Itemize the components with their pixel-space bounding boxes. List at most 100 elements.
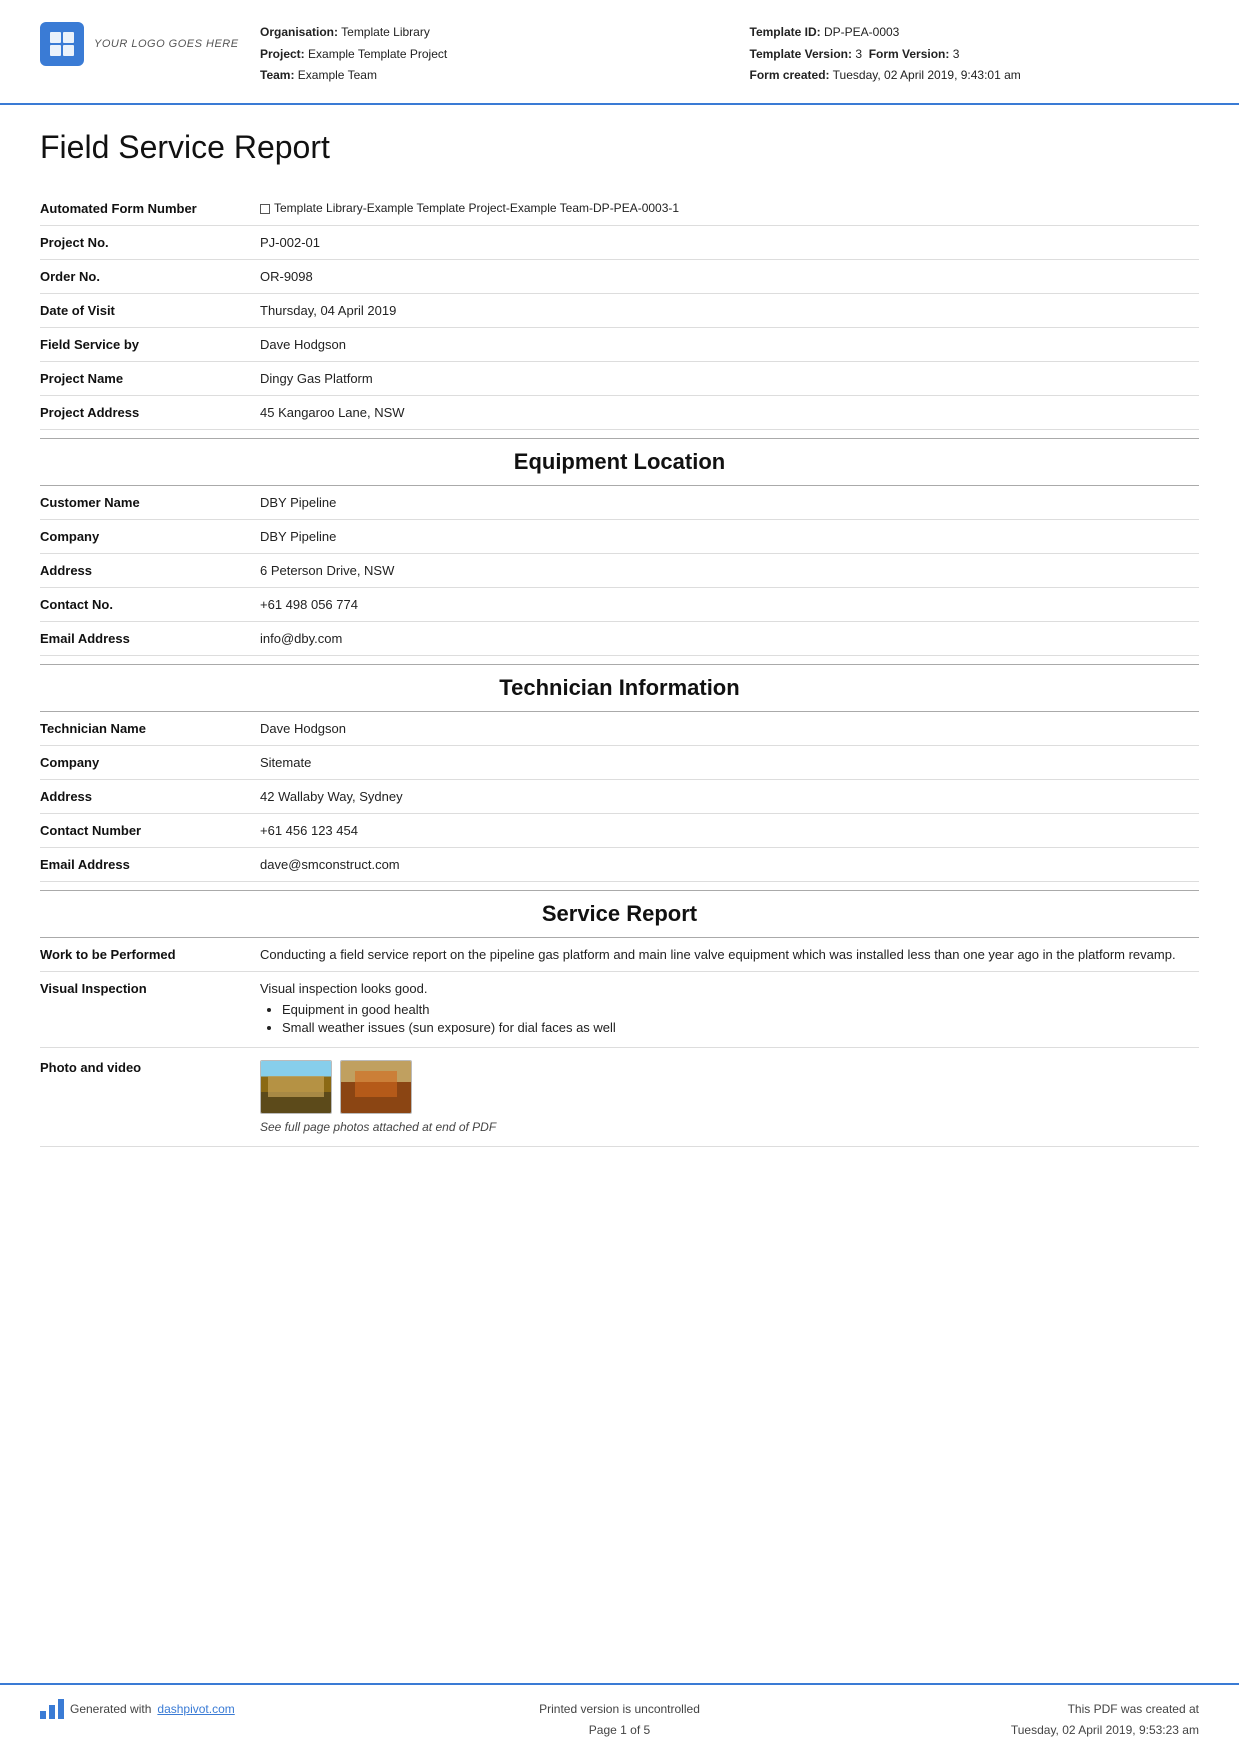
eq-company-value: DBY Pipeline — [260, 529, 1199, 544]
template-version-value: 3 — [855, 47, 862, 61]
eq-contact-no-value: +61 498 056 774 — [260, 597, 1199, 612]
footer-generated: Generated with dashpivot.com — [40, 1699, 426, 1719]
project-address-label: Project Address — [40, 405, 260, 420]
header-col-left: Organisation: Template Library Project: … — [260, 22, 710, 87]
eq-address-label: Address — [40, 563, 260, 578]
logo-icon — [40, 22, 84, 66]
field-customer-name: Customer Name DBY Pipeline — [40, 486, 1199, 520]
field-project-name: Project Name Dingy Gas Platform — [40, 362, 1199, 396]
eq-address-value: 6 Peterson Drive, NSW — [260, 563, 1199, 578]
visual-inspection-value: Visual inspection looks good. Equipment … — [260, 981, 1199, 1038]
project-label: Project: — [260, 47, 305, 61]
tech-email-label: Email Address — [40, 857, 260, 872]
eq-company-label: Company — [40, 529, 260, 544]
visual-inspection-label: Visual Inspection — [40, 981, 260, 996]
organisation-label: Organisation: — [260, 25, 338, 39]
field-service-by-label: Field Service by — [40, 337, 260, 352]
automated-form-value: Template Library-Example Template Projec… — [260, 201, 1199, 215]
service-report-title: Service Report — [40, 890, 1199, 938]
template-id-value: DP-PEA-0003 — [824, 25, 899, 39]
tech-contact-number-label: Contact Number — [40, 823, 260, 838]
project-value: Example Template Project — [308, 47, 447, 61]
tech-email-value: dave@smconstruct.com — [260, 857, 1199, 872]
bullet-item-2: Small weather issues (sun exposure) for … — [282, 1020, 1199, 1035]
dashpivot-logo-icon — [40, 1699, 64, 1719]
footer: Generated with dashpivot.com Printed ver… — [0, 1683, 1239, 1754]
footer-uncontrolled: Printed version is uncontrolled Page 1 o… — [426, 1699, 812, 1740]
eq-contact-no-label: Contact No. — [40, 597, 260, 612]
logo-area: YOUR LOGO GOES HERE — [40, 22, 240, 66]
field-eq-address: Address 6 Peterson Drive, NSW — [40, 554, 1199, 588]
visual-inspection-bullets: Equipment in good health Small weather i… — [260, 1002, 1199, 1035]
photo-thumbnail-1 — [260, 1060, 332, 1114]
form-created-value: Tuesday, 02 April 2019, 9:43:01 am — [833, 68, 1021, 82]
project-no-label: Project No. — [40, 235, 260, 250]
eq-email-value: info@dby.com — [260, 631, 1199, 646]
field-photo-video: Photo and video See full page photos att… — [40, 1048, 1199, 1147]
page: YOUR LOGO GOES HERE Organisation: Templa… — [0, 0, 1239, 1754]
order-no-label: Order No. — [40, 269, 260, 284]
checkbox-icon — [260, 204, 270, 214]
field-field-service-by: Field Service by Dave Hodgson — [40, 328, 1199, 362]
field-service-by-value: Dave Hodgson — [260, 337, 1199, 352]
customer-name-value: DBY Pipeline — [260, 495, 1199, 510]
work-performed-label: Work to be Performed — [40, 947, 260, 962]
field-order-no: Order No. OR-9098 — [40, 260, 1199, 294]
bullet-item-1: Equipment in good health — [282, 1002, 1199, 1017]
customer-name-label: Customer Name — [40, 495, 260, 510]
pdf-created-text: This PDF was created at — [813, 1699, 1199, 1719]
photo-thumbnails — [260, 1060, 1199, 1114]
form-version-value: 3 — [953, 47, 960, 61]
field-project-address: Project Address 45 Kangaroo Lane, NSW — [40, 396, 1199, 430]
technician-info-title: Technician Information — [40, 664, 1199, 712]
tech-contact-number-value: +61 456 123 454 — [260, 823, 1199, 838]
field-project-no: Project No. PJ-002-01 — [40, 226, 1199, 260]
dashpivot-link[interactable]: dashpivot.com — [157, 1699, 234, 1719]
footer-pdf-created: This PDF was created at Tuesday, 02 Apri… — [813, 1699, 1199, 1740]
field-eq-company: Company DBY Pipeline — [40, 520, 1199, 554]
generated-text: Generated with — [70, 1699, 151, 1719]
work-performed-value: Conducting a field service report on the… — [260, 947, 1199, 962]
team-label: Team: — [260, 68, 294, 82]
form-created-label: Form created: — [750, 68, 830, 82]
template-id-label: Template ID: — [750, 25, 821, 39]
main-content: Field Service Report Automated Form Numb… — [0, 105, 1239, 1683]
project-no-value: PJ-002-01 — [260, 235, 1199, 250]
header: YOUR LOGO GOES HERE Organisation: Templa… — [0, 0, 1239, 105]
tech-name-value: Dave Hodgson — [260, 721, 1199, 736]
form-version-label: Form Version: — [869, 47, 950, 61]
tech-address-value: 42 Wallaby Way, Sydney — [260, 789, 1199, 804]
automated-form-label: Automated Form Number — [40, 201, 260, 216]
template-version-label: Template Version: — [750, 47, 852, 61]
page-title: Field Service Report — [40, 129, 1199, 172]
field-tech-name: Technician Name Dave Hodgson — [40, 712, 1199, 746]
page-text: Page 1 of 5 — [426, 1720, 812, 1740]
photo-video-label: Photo and video — [40, 1060, 260, 1075]
field-work-performed: Work to be Performed Conducting a field … — [40, 938, 1199, 972]
field-tech-address: Address 42 Wallaby Way, Sydney — [40, 780, 1199, 814]
field-tech-company: Company Sitemate — [40, 746, 1199, 780]
header-meta: Organisation: Template Library Project: … — [260, 22, 1199, 87]
field-tech-contact-number: Contact Number +61 456 123 454 — [40, 814, 1199, 848]
tech-address-label: Address — [40, 789, 260, 804]
photo-image-1 — [261, 1061, 331, 1113]
tech-name-label: Technician Name — [40, 721, 260, 736]
tech-company-label: Company — [40, 755, 260, 770]
equipment-location-title: Equipment Location — [40, 438, 1199, 486]
header-col-right: Template ID: DP-PEA-0003 Template Versio… — [750, 22, 1200, 87]
eq-email-label: Email Address — [40, 631, 260, 646]
visual-inspection-text: Visual inspection looks good. — [260, 981, 1199, 996]
field-visual-inspection: Visual Inspection Visual inspection look… — [40, 972, 1199, 1048]
date-of-visit-value: Thursday, 04 April 2019 — [260, 303, 1199, 318]
field-tech-email: Email Address dave@smconstruct.com — [40, 848, 1199, 882]
project-name-value: Dingy Gas Platform — [260, 371, 1199, 386]
project-name-label: Project Name — [40, 371, 260, 386]
photo-video-value: See full page photos attached at end of … — [260, 1060, 1199, 1134]
uncontrolled-text: Printed version is uncontrolled — [426, 1699, 812, 1719]
tech-company-value: Sitemate — [260, 755, 1199, 770]
project-address-value: 45 Kangaroo Lane, NSW — [260, 405, 1199, 420]
field-automated-form: Automated Form Number Template Library-E… — [40, 192, 1199, 226]
field-date-of-visit: Date of Visit Thursday, 04 April 2019 — [40, 294, 1199, 328]
photo-image-2 — [341, 1061, 411, 1113]
photo-caption: See full page photos attached at end of … — [260, 1120, 1199, 1134]
